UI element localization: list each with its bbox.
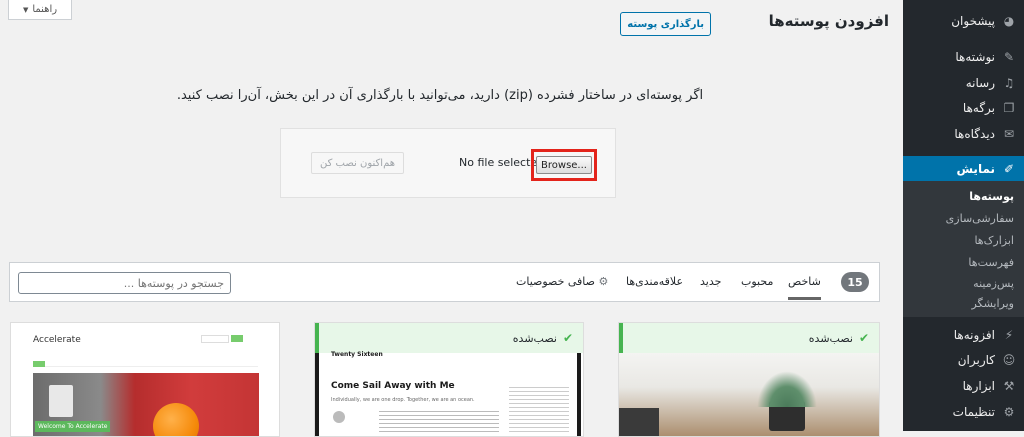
check-icon: ✔ <box>858 331 869 345</box>
check-icon: ✔ <box>562 331 573 345</box>
submenu-item-menus[interactable]: فهرست‌ها <box>903 256 1024 269</box>
tab-featured[interactable]: شاخص <box>788 275 821 300</box>
install-now-button[interactable]: هم‌اکنون نصب کن <box>311 152 404 174</box>
upload-form: هم‌اکنون نصب کن No file selected. Browse… <box>280 128 616 198</box>
media-icon: ♫ <box>1003 76 1015 90</box>
theme-card-twenty-sixteen[interactable]: نصب‌شده ✔ Twenty Sixteen Come Sail Away … <box>314 322 584 437</box>
hero-image: Welcome To Accelerate <box>33 373 259 436</box>
theme-screenshot: Accelerate Welcome To Accelerate <box>23 329 269 436</box>
sidebar-item-label: افزونه‌ها <box>953 328 995 342</box>
tools-icon: ⚒ <box>1003 379 1015 393</box>
appearance-submenu: پوسته‌ها سفارشی‌سازی ابزارک‌ها فهرست‌ها … <box>903 181 1024 317</box>
mock-sidebar-lines <box>509 387 569 433</box>
sidebar-item-label: کاربران <box>957 353 995 367</box>
pages-icon: ❐ <box>1003 101 1015 115</box>
pin-icon: ✎ <box>1003 50 1015 64</box>
sidebar-item-label: نوشته‌ها <box>955 50 995 64</box>
sidebar-item-label: تنظیمات <box>952 405 995 419</box>
feature-filter-label: صافی خصوصیات <box>516 275 596 288</box>
tab-latest[interactable]: جدید <box>700 275 721 288</box>
feature-filter-link[interactable]: ⚙ صافی خصوصیات <box>516 275 608 288</box>
blog-title: Twenty Sixteen <box>331 351 383 358</box>
users-icon: ☺ <box>1002 353 1016 367</box>
mock-search-button <box>231 335 243 342</box>
theme-name: Accelerate <box>33 335 81 345</box>
theme-screenshot: Twenty Sixteen Come Sail Away with Me In… <box>315 351 581 436</box>
plugins-icon: ⚡ <box>1004 328 1014 342</box>
tab-popular[interactable]: محبوب <box>741 275 773 288</box>
sidebar-item-posts[interactable]: نوشته‌ها ✎ <box>903 44 1024 70</box>
gear-icon: ⚙ <box>598 275 609 288</box>
sidebar-item-appearance[interactable]: نمایش ✐ <box>895 156 1024 182</box>
theme-card-accelerate[interactable]: Accelerate Welcome To Accelerate <box>10 322 280 437</box>
sidebar-item-comments[interactable]: دیدگاه‌ها ✉ <box>903 121 1024 147</box>
sidebar-item-plugins[interactable]: افزونه‌ها ⚡ <box>903 322 1024 348</box>
sidebar-item-label: رسانه <box>965 76 995 90</box>
help-tab-label: راهنما <box>32 4 58 15</box>
installed-label: نصب‌شده <box>512 331 557 345</box>
plant-leaves <box>757 371 817 407</box>
browse-button[interactable]: Browse... <box>536 156 592 174</box>
theme-search-input[interactable] <box>18 272 231 294</box>
avatar <box>333 411 345 423</box>
submenu-item-customize[interactable]: سفارشی‌سازی <box>903 212 1024 225</box>
installed-notice: نصب‌شده ✔ <box>619 323 879 353</box>
mug-shape <box>49 385 73 417</box>
chevron-down-icon: ▼ <box>22 5 29 14</box>
dark-corner <box>619 408 659 436</box>
theme-filter-bar: ⚙ صافی خصوصیات علاقه‌مندی‌ها جدید محبوب … <box>9 262 880 302</box>
theme-count-badge: 15 <box>841 272 869 292</box>
help-tab[interactable]: ▼ راهنما <box>8 0 72 20</box>
submenu-item-widgets[interactable]: ابزارک‌ها <box>903 234 1024 247</box>
upload-instruction: اگر پوسته‌ای در ساختار فشرده (zip) دارید… <box>176 88 704 103</box>
tab-favorites[interactable]: علاقه‌مندی‌ها <box>626 275 683 288</box>
settings-icon: ⚙ <box>1003 405 1015 419</box>
upload-theme-button[interactable]: بارگذاری پوسته <box>620 12 711 36</box>
post-heading: Come Sail Away with Me <box>331 381 455 391</box>
sidebar-item-label: ابزارها <box>962 379 995 393</box>
appearance-icon: ✐ <box>1003 162 1015 176</box>
sidebar-item-label: برگه‌ها <box>962 101 995 115</box>
sidebar-item-dashboard[interactable]: پیشخوان ◕ <box>903 8 1024 34</box>
sidebar-item-tools[interactable]: ابزارها ⚒ <box>903 373 1024 399</box>
admin-sidebar: پیشخوان ◕ نوشته‌ها ✎ رسانه ♫ برگه‌ها ❐ د… <box>895 0 1024 431</box>
dashboard-icon: ◕ <box>1003 14 1015 28</box>
sidebar-item-media[interactable]: رسانه ♫ <box>903 70 1024 96</box>
installed-notice: نصب‌شده ✔ <box>315 323 583 353</box>
theme-card-installed[interactable]: نصب‌شده ✔ <box>618 322 880 437</box>
comments-icon: ✉ <box>1003 127 1015 141</box>
sidebar-item-label: پیشخوان <box>951 14 995 28</box>
submenu-item-themes[interactable]: پوسته‌ها <box>903 190 1024 203</box>
sidebar-item-settings[interactable]: تنظیمات ⚙ <box>903 399 1024 425</box>
sidebar-item-users[interactable]: کاربران ☺ <box>903 347 1024 373</box>
installed-label: نصب‌شده <box>808 331 853 345</box>
mock-nav-active <box>33 361 45 367</box>
mock-search-box <box>201 335 229 343</box>
theme-screenshot <box>619 353 879 436</box>
page-title: افزودن پوسته‌ها <box>768 12 889 30</box>
post-subtitle: Individually, we are one drop. Together,… <box>331 397 475 403</box>
submenu-item-background[interactable]: پس‌زمینه <box>903 277 1024 290</box>
sidebar-item-label: نمایش <box>956 162 995 176</box>
browse-highlight-box: Browse... <box>531 149 597 181</box>
orange-shape <box>153 403 199 436</box>
sidebar-item-label: دیدگاه‌ها <box>954 127 995 141</box>
submenu-item-editor[interactable]: ویرایشگر <box>903 297 1024 310</box>
mock-nav-line <box>33 362 258 367</box>
welcome-banner: Welcome To Accelerate <box>35 421 111 432</box>
mock-text-lines <box>379 411 499 433</box>
sidebar-item-pages[interactable]: برگه‌ها ❐ <box>903 95 1024 121</box>
